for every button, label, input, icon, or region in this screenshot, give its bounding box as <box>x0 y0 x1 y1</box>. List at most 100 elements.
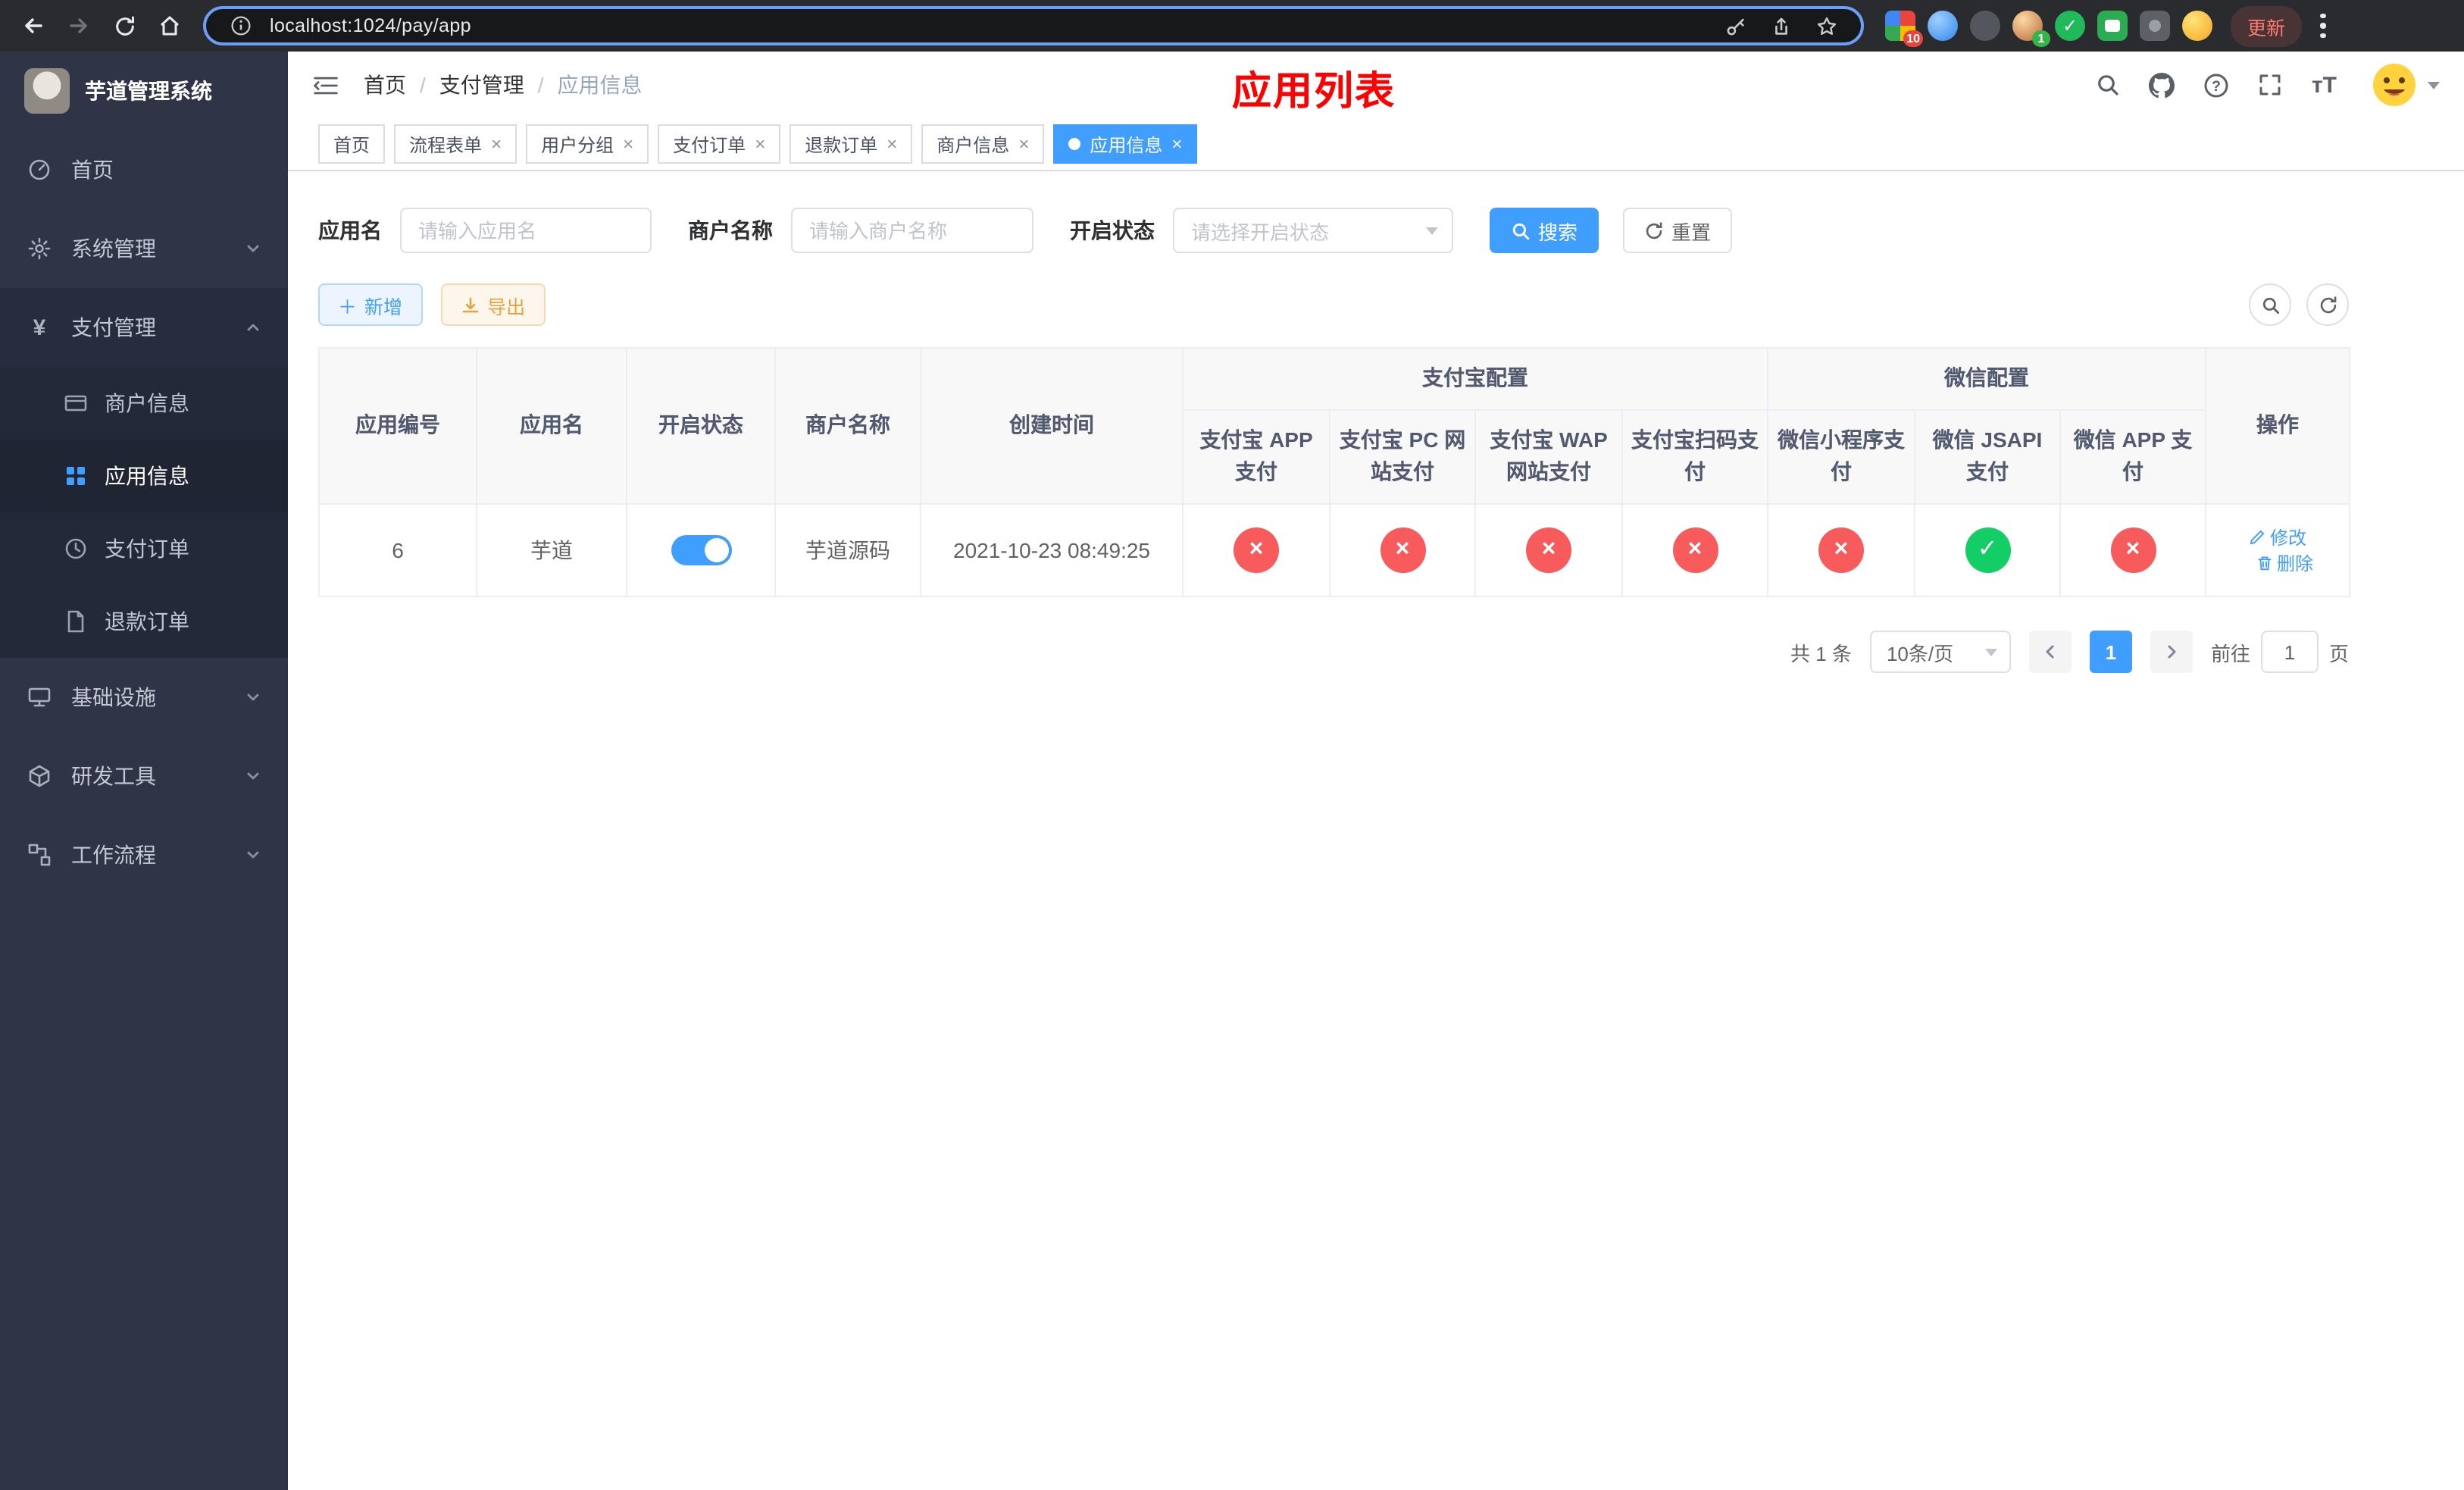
col-header-alipay-app: 支付宝 APP 支付 <box>1182 408 1330 506</box>
page-size-select[interactable]: 10条/页 <box>1869 631 2011 674</box>
chevron-down-icon <box>1426 227 1438 234</box>
extension-drop-icon[interactable] <box>1928 11 1958 41</box>
col-header-actions: 操作 <box>2205 346 2351 506</box>
sidebar-item-payment-order[interactable]: 支付订单 <box>0 512 288 585</box>
close-tab-icon[interactable]: × <box>623 135 633 153</box>
sidebar-menu: 首页 系统管理 ¥ 支付管理 商户信息 应用信息 支付订单 退款订单 基础设施 … <box>0 130 288 1490</box>
sidebar-item-devtools[interactable]: 研发工具 <box>0 737 288 815</box>
page-1-button[interactable]: 1 <box>2089 631 2132 674</box>
chevron-right-icon <box>2168 645 2176 659</box>
close-tab-icon[interactable]: × <box>491 135 502 153</box>
close-tab-icon[interactable]: × <box>1018 135 1029 153</box>
tab-app-info[interactable]: 应用信息 × <box>1053 124 1198 164</box>
tab-home[interactable]: 首页 <box>318 124 386 164</box>
col-header-alipay-pc: 支付宝 PC 网站支付 <box>1329 408 1476 506</box>
forward-button[interactable] <box>58 5 100 47</box>
breadcrumb-separator <box>420 73 426 97</box>
tab-process-form[interactable]: 流程表单 × <box>394 124 518 164</box>
cell-merchant: 芋道源码 <box>774 503 921 598</box>
add-button[interactable]: ＋ 新增 <box>318 283 423 326</box>
extension-puzzle-icon[interactable] <box>2140 11 2170 41</box>
grid-icon <box>64 464 88 488</box>
header-search-icon[interactable] <box>2097 73 2121 97</box>
goto-label: 前往 <box>2210 642 2250 665</box>
sidebar-item-home[interactable]: 首页 <box>0 130 288 209</box>
channel-status-icon: × <box>1526 527 1571 574</box>
bookmark-star-icon[interactable] <box>1809 9 1843 42</box>
browser-menu-button[interactable] <box>2320 13 2326 39</box>
goto-page-input[interactable] <box>2260 631 2319 674</box>
tab-user-group[interactable]: 用户分组 × <box>526 124 649 164</box>
edit-link[interactable]: 修改 <box>2249 524 2306 550</box>
table-toolbar: ＋ 新增 导出 <box>318 283 2349 326</box>
status-label: 开启状态 <box>1070 218 1155 243</box>
status-toggle[interactable] <box>671 535 731 566</box>
sidebar-item-merchant-info[interactable]: 商户信息 <box>0 367 288 440</box>
sidebar-item-payment[interactable]: ¥ 支付管理 <box>0 288 288 367</box>
col-header-created: 创建时间 <box>920 346 1184 506</box>
next-page-button[interactable] <box>2150 631 2193 674</box>
extension-avatar-icon[interactable]: 1 <box>2012 11 2050 47</box>
chrome-update-button[interactable]: 更新 <box>2231 5 2303 46</box>
extension-dark-icon[interactable] <box>1970 11 2000 41</box>
breadcrumb-payment[interactable]: 支付管理 <box>439 70 524 100</box>
fullscreen-icon[interactable] <box>2259 73 2283 97</box>
extension-smiley-icon[interactable] <box>2182 11 2212 41</box>
extension-chat-icon[interactable] <box>2097 11 2128 41</box>
close-tab-icon[interactable]: × <box>1171 135 1182 153</box>
total-count: 共 1 条 <box>1790 642 1852 665</box>
github-icon[interactable] <box>2149 72 2175 98</box>
sidebar-item-refund-order[interactable]: 退款订单 <box>0 585 288 658</box>
logo-avatar <box>24 68 70 114</box>
breadcrumb-home[interactable]: 首页 <box>364 70 406 100</box>
tab-merchant-info[interactable]: 商户信息 × <box>921 124 1045 164</box>
sidebar-item-workflow[interactable]: 工作流程 <box>0 815 288 894</box>
table-row: 6 芋道 芋道源码 2021-10-23 08:49:25 × × × × × … <box>318 503 2351 598</box>
url-bar[interactable]: localhost:1024/pay/app <box>203 6 1864 45</box>
reset-button[interactable]: 重置 <box>1623 208 1733 253</box>
sidebar-item-system[interactable]: 系统管理 <box>0 209 288 288</box>
extension-check-icon[interactable]: ✓ <box>2055 11 2085 41</box>
delete-link[interactable]: 删除 <box>2256 550 2313 576</box>
status-select[interactable]: 请选择开启状态 <box>1173 208 1453 253</box>
prev-page-button[interactable] <box>2028 631 2072 674</box>
sidebar-item-infrastructure[interactable]: 基础设施 <box>0 658 288 737</box>
close-tab-icon[interactable]: × <box>755 135 765 153</box>
refresh-table-button[interactable] <box>2306 283 2349 326</box>
search-button[interactable]: 搜索 <box>1490 208 1599 253</box>
close-tab-icon[interactable]: × <box>886 135 897 153</box>
site-info-icon[interactable] <box>224 9 258 42</box>
help-icon[interactable]: ? <box>2204 72 2230 98</box>
user-avatar[interactable] <box>2372 62 2440 108</box>
chevron-up-icon <box>245 315 261 340</box>
extension-grid-icon[interactable]: 10 <box>1885 11 1923 47</box>
channel-status-icon: × <box>2110 527 2156 574</box>
channel-status-icon: × <box>1380 527 1425 574</box>
app-title: 芋道管理系统 <box>85 79 212 103</box>
password-key-icon[interactable] <box>1718 9 1752 42</box>
tab-payment-order[interactable]: 支付订单 × <box>658 124 781 164</box>
breadcrumb-separator <box>538 73 544 97</box>
refresh-icon <box>1646 221 1662 239</box>
collapse-sidebar-button[interactable] <box>312 74 339 96</box>
trash-icon <box>2257 556 2271 571</box>
export-button[interactable]: 导出 <box>440 283 546 326</box>
channel-status-icon: × <box>1672 527 1718 574</box>
toggle-search-button[interactable] <box>2249 283 2291 326</box>
merchant-name-input[interactable] <box>791 208 1033 253</box>
app-name-input[interactable] <box>400 208 652 253</box>
home-button[interactable] <box>149 5 191 47</box>
back-button[interactable] <box>12 5 55 47</box>
font-size-icon[interactable]: ᴛT <box>2312 72 2337 98</box>
gear-icon <box>27 236 52 261</box>
share-icon[interactable] <box>1764 9 1797 42</box>
reload-button[interactable] <box>103 5 145 47</box>
tab-refund-order[interactable]: 退款订单 × <box>790 124 913 164</box>
search-form: 应用名 商户名称 开启状态 请选择开启状态 搜索 <box>318 208 2434 253</box>
monitor-icon <box>27 685 52 709</box>
chevron-down-icon <box>2428 81 2440 89</box>
chevron-down-icon <box>245 764 261 788</box>
sidebar-item-app-info[interactable]: 应用信息 <box>0 440 288 512</box>
edit-pencil-icon <box>2250 531 2265 545</box>
workflow-icon <box>27 843 52 867</box>
